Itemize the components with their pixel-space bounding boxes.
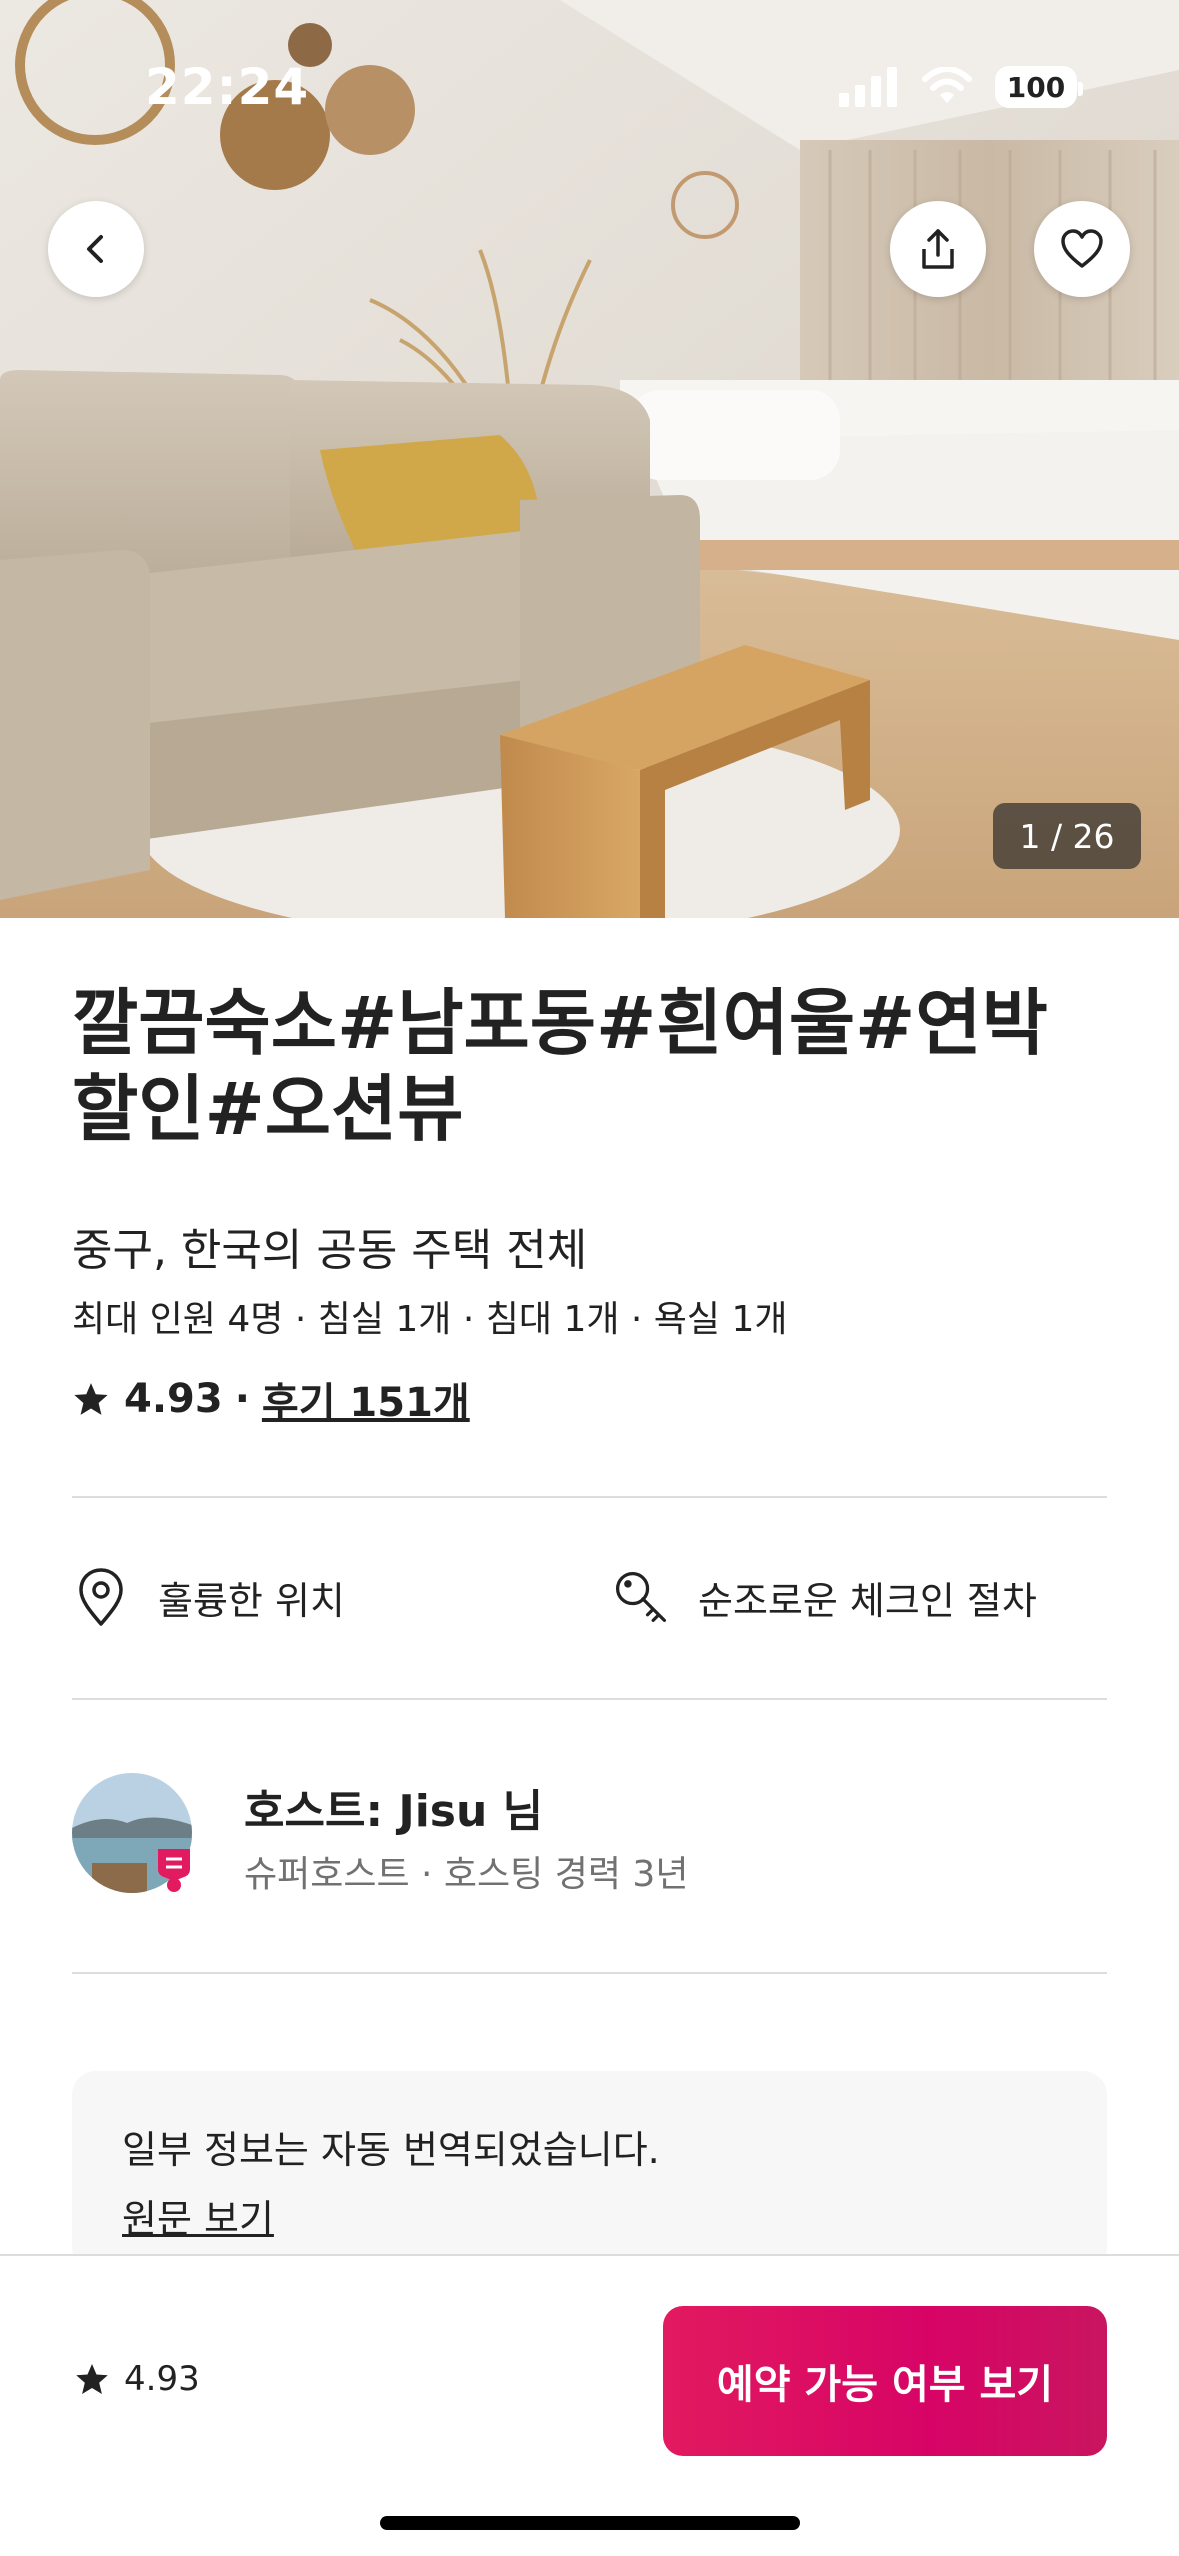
highlight-checkin: 순조로운 체크인 절차 — [612, 1566, 1037, 1628]
listing-photo-carousel[interactable]: 22:24 100 1 / 26 — [0, 0, 1179, 918]
chevron-left-icon — [87, 235, 103, 263]
battery-indicator: 100 — [995, 66, 1083, 108]
status-bar: 22:24 100 — [0, 0, 1179, 150]
back-button[interactable] — [48, 201, 144, 297]
highlight-checkin-label: 순조로운 체크인 절차 — [698, 1578, 1037, 1623]
superhost-badge-icon — [158, 1849, 190, 1892]
divider — [72, 1698, 1107, 1700]
share-button[interactable] — [890, 201, 986, 297]
rating-row: 4.93 · 후기 151개 — [72, 1370, 470, 1428]
star-icon — [74, 1383, 108, 1415]
listing-subtitle: 중구, 한국의 공동 주택 전체 — [72, 1225, 588, 1276]
divider — [72, 1496, 1107, 1498]
status-icons: 100 — [839, 62, 1083, 112]
divider — [72, 1972, 1107, 1974]
highlight-location-label: 훌륭한 위치 — [158, 1578, 345, 1623]
home-indicator — [380, 2516, 800, 2530]
host-info: 슈퍼호스트 · 호스팅 경력 3년 — [244, 1854, 689, 1895]
rating-separator: · — [234, 1376, 250, 1422]
listing-capacity-details: 최대 인원 4명 · 침실 1개 · 침대 1개 · 욕실 1개 — [72, 1299, 788, 1340]
heart-icon — [1061, 229, 1103, 268]
reviews-link[interactable]: 후기 151개 — [262, 1370, 470, 1428]
rating-value: 4.93 — [124, 1376, 223, 1422]
host-avatar[interactable] — [72, 1773, 192, 1893]
listing-title: 깔끔숙소#남포동#흰여울#연박할인#오션뷰 — [72, 981, 1048, 1151]
battery-level: 100 — [1006, 70, 1066, 104]
star-icon — [76, 2364, 108, 2394]
footer-rating: 4.93 — [74, 2359, 200, 2399]
photo-counter: 1 / 26 — [993, 803, 1141, 869]
translation-notice: 일부 정보는 자동 번역되었습니다. 원문 보기 — [72, 2071, 1107, 2271]
check-availability-button[interactable]: 예약 가능 여부 보기 — [663, 2306, 1107, 2456]
wishlist-button[interactable] — [1034, 201, 1130, 297]
host-name: 호스트: Jisu 님 — [244, 1786, 544, 1837]
status-time: 22:24 — [145, 58, 310, 116]
booking-footer: 4.93 예약 가능 여부 보기 — [0, 2254, 1179, 2556]
key-icon — [612, 1566, 670, 1628]
footer-rating-value: 4.93 — [124, 2359, 200, 2399]
share-icon — [922, 229, 954, 269]
highlight-location: 훌륭한 위치 — [72, 1566, 345, 1628]
view-original-link[interactable]: 원문 보기 — [122, 2188, 1057, 2243]
translation-notice-text: 일부 정보는 자동 번역되었습니다. — [122, 2128, 660, 2172]
location-pin-icon — [72, 1566, 130, 1628]
wifi-icon — [922, 67, 972, 103]
signal-icon — [839, 67, 897, 107]
